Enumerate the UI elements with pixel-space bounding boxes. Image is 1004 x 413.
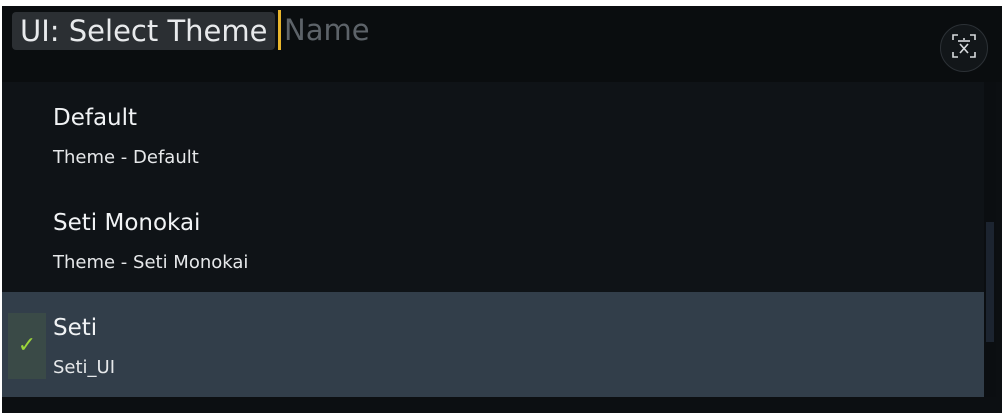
checkmark-icon: ✓ — [17, 333, 37, 358]
theme-picker-header: UI: Select Theme — [2, 6, 1002, 82]
theme-option-subtitle: Theme - Seti Monokai — [53, 252, 249, 273]
translate-icon — [951, 33, 977, 63]
theme-option-subtitle: Theme - Default — [53, 147, 199, 168]
theme-option-seti-monokai[interactable]: Seti Monokai Theme - Seti Monokai — [2, 187, 984, 292]
theme-option-subtitle: Seti_UI — [53, 357, 116, 378]
theme-option-title: Seti Monokai — [53, 210, 201, 236]
selected-indicator: ✓ — [8, 313, 46, 379]
theme-option-seti[interactable]: ✓ Seti Seti_UI — [2, 292, 984, 397]
theme-list: Default Theme - Default Seti Monokai The… — [2, 82, 984, 397]
theme-list-scrollbar[interactable] — [984, 82, 996, 397]
theme-option-default[interactable]: Default Theme - Default — [2, 82, 984, 187]
command-prompt-label: UI: Select Theme — [12, 12, 276, 50]
theme-picker-window: UI: Select Theme Default Theme - Def — [2, 0, 1002, 413]
translate-button[interactable] — [940, 24, 988, 72]
theme-option-title: Seti — [53, 315, 98, 341]
theme-option-title: Default — [53, 105, 138, 131]
text-caret — [278, 10, 281, 50]
scrollbar-thumb[interactable] — [986, 222, 994, 342]
theme-name-input[interactable] — [284, 10, 884, 50]
